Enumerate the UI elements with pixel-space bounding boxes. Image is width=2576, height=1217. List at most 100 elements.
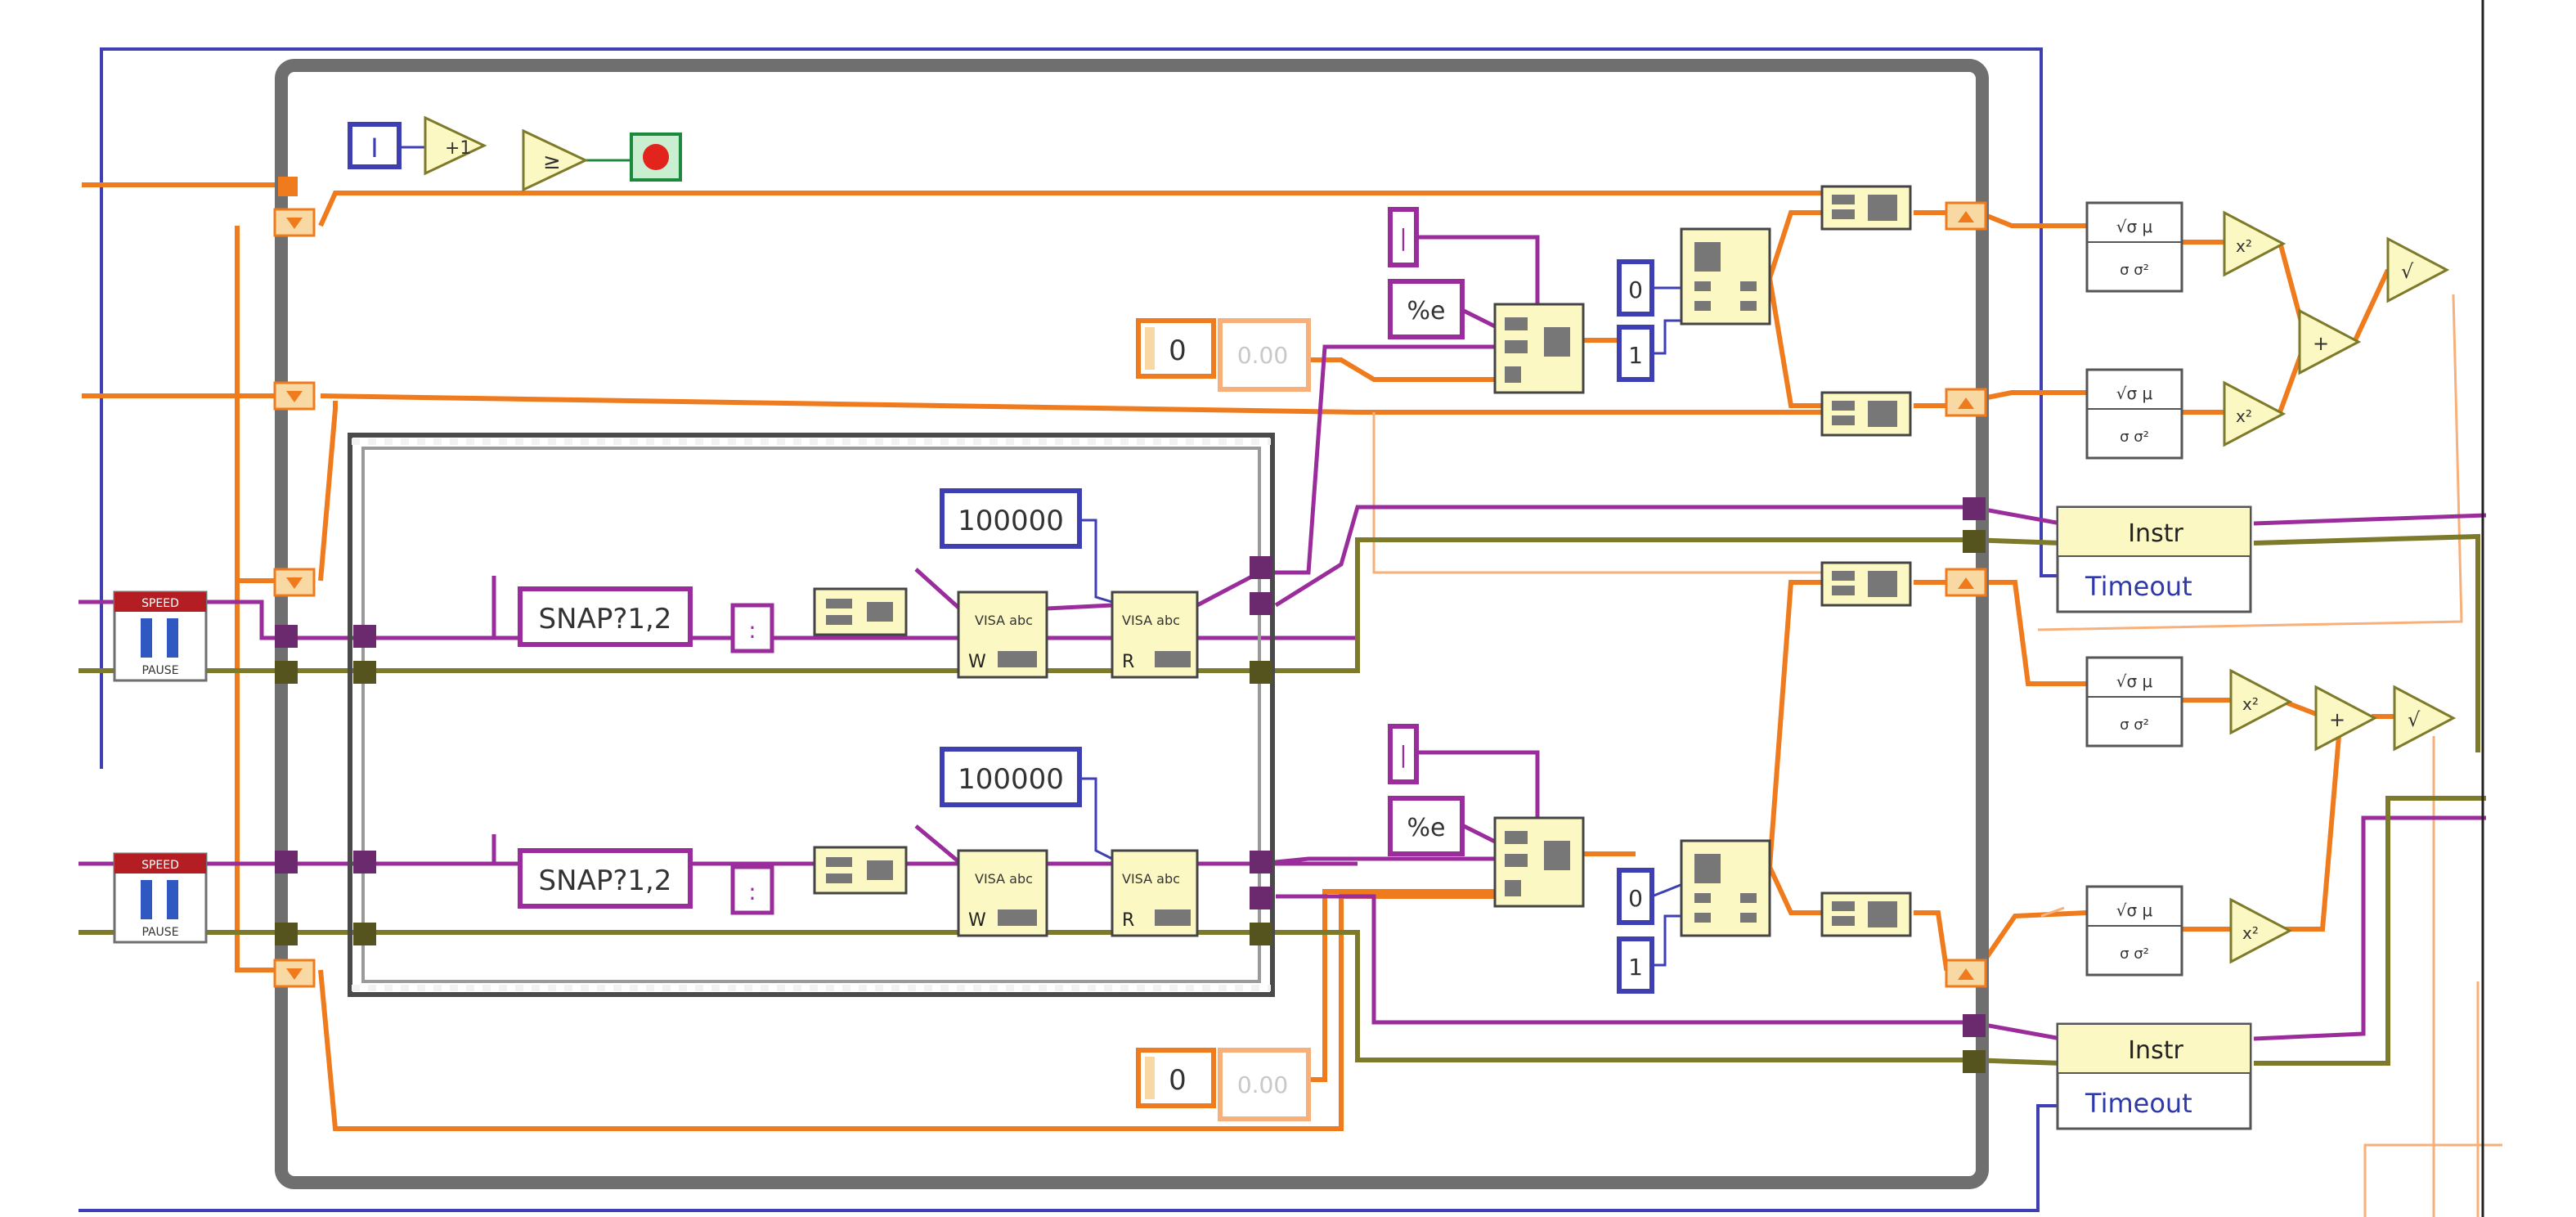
separator-value: | [1399,224,1407,251]
pause-icon [167,618,178,658]
build-array-nodes[interactable] [1820,185,1912,937]
sqrt-label: √ [2408,708,2421,731]
index-array-node-bottom[interactable] [1680,839,1771,937]
add-node-bottom[interactable]: + [2314,685,2378,752]
light-numeric-wires [1372,294,2502,1217]
numeric-constant-value: 0 [1169,335,1187,367]
separator-constant-top[interactable]: | [1388,207,1419,267]
square-node-1[interactable]: x² [2223,210,2287,277]
pause-label: PAUSE [141,664,178,677]
stddev-top-label: √σ μ [2116,671,2153,691]
add-node-top[interactable]: + [2298,308,2362,375]
stddev-node-3[interactable]: √σ μ σ σ² [2085,656,2183,748]
stddev-bottom-label: σ σ² [2120,716,2149,734]
timeout-value: 100000 [958,505,1064,537]
block-diagram: I +1 ≥ SPEED PAUSE SPEED PAUSE 100000 SN… [79,0,2502,1217]
format-constant-bottom[interactable]: %e [1388,796,1465,856]
index-zero-value: 0 [1628,885,1643,912]
float-constant-value: 0.00 [1237,1071,1288,1098]
visa-write-node-bottom[interactable]: VISA abc W [957,849,1048,937]
greater-or-equal-node[interactable]: ≥ [522,128,589,192]
visa-write-label: VISA abc [975,613,1033,628]
pause-label: PAUSE [141,926,178,939]
timeout-constant-bottom[interactable]: 100000 [940,747,1082,807]
format-value: %e [1407,297,1446,326]
command-string-constant-bottom[interactable]: SNAP?1,2 [518,848,693,909]
visa-property-node-bottom[interactable]: Instr Timeout [2056,1022,2252,1130]
numeric-constant-bottom[interactable]: 0 [1136,1048,1216,1108]
separator-value: | [1399,741,1407,768]
index-constant-one-top[interactable]: 1 [1617,325,1654,382]
square-node-3[interactable]: x² [2229,668,2293,735]
add-label: + [2329,708,2345,731]
index-constant-one-bottom[interactable]: 1 [1617,936,1654,994]
float-constant-value: 0.00 [1237,342,1288,369]
add-label: + [2313,332,2329,355]
command-string-value: SNAP?1,2 [539,864,672,897]
timeout-constant-top[interactable]: 100000 [940,488,1082,549]
index-zero-value: 0 [1628,276,1643,303]
delimiter-constant-top[interactable]: : [730,603,774,653]
pause-icon [141,880,152,919]
square-label: x² [2236,406,2252,426]
sqrt-node-top[interactable]: √ [2386,236,2450,303]
loop-tunnel [278,177,298,196]
command-string-constant-top[interactable]: SNAP?1,2 [518,586,693,647]
instr-label: Instr [2128,1036,2183,1065]
concatenate-strings-top[interactable] [813,587,908,636]
visa-property-node-top[interactable]: Instr Timeout [2056,505,2252,613]
concatenate-strings-bottom[interactable] [813,846,908,895]
sqrt-node-bottom[interactable]: √ [2393,685,2457,752]
square-node-2[interactable]: x² [2223,380,2287,447]
stop-condition-terminal[interactable] [630,132,682,182]
sqrt-label: √ [2401,260,2414,283]
stop-sign-icon [643,144,669,170]
pause-indicator-top[interactable]: SPEED PAUSE [113,591,208,682]
index-one-value: 1 [1628,954,1643,981]
float-constant-top[interactable]: 0.00 [1218,318,1311,392]
stddev-bottom-label: σ σ² [2120,945,2149,963]
instr-label: Instr [2128,519,2183,548]
visa-read-label: VISA abc [1122,871,1180,887]
index-array-node-top[interactable] [1680,227,1771,326]
greater-or-equal-label: ≥ [543,150,561,174]
visa-read-label: VISA abc [1122,613,1180,628]
stddev-bottom-label: σ σ² [2120,262,2149,279]
stddev-node-4[interactable]: √σ μ σ σ² [2085,885,2183,977]
index-constant-zero-bottom[interactable]: 0 [1617,868,1654,925]
index-one-value: 1 [1628,342,1643,369]
visa-read-code: R [1122,652,1134,672]
command-string-value: SNAP?1,2 [539,603,672,635]
scan-string-node-top[interactable] [1493,303,1585,394]
visa-read-node-top[interactable]: VISA abc R [1111,591,1199,679]
pause-header-label: SPEED [141,597,179,610]
delimiter-constant-bottom[interactable]: : [730,864,774,915]
iteration-constant[interactable]: I [348,122,402,169]
stddev-node-2[interactable]: √σ μ σ σ² [2085,368,2183,460]
increment-label: +1 [445,138,471,159]
increment-node[interactable]: +1 [424,115,487,176]
float-constant-bottom[interactable]: 0.00 [1218,1048,1311,1121]
numeric-constant-top[interactable]: 0 [1136,318,1216,379]
timeout-property-label: Timeout [2085,571,2192,602]
iteration-constant-label: I [370,132,378,164]
visa-read-code: R [1122,910,1134,931]
stddev-bottom-label: σ σ² [2120,429,2149,446]
stddev-node-1[interactable]: √σ μ σ σ² [2085,201,2183,293]
delimiter-value: : [748,617,756,644]
square-label: x² [2242,923,2259,943]
delimiter-value: : [748,878,756,905]
visa-read-node-bottom[interactable]: VISA abc R [1111,849,1199,937]
index-constant-zero-top[interactable]: 0 [1617,259,1654,317]
square-node-4[interactable]: x² [2229,897,2293,964]
stddev-top-label: √σ μ [2116,900,2153,920]
string-tunnels [275,497,1986,1037]
pause-indicator-bottom[interactable]: SPEED PAUSE [113,852,208,944]
stddev-top-label: √σ μ [2116,217,2153,236]
scan-string-node-bottom[interactable] [1493,816,1585,908]
format-constant-top[interactable]: %e [1388,279,1465,339]
visa-write-node-top[interactable]: VISA abc W [957,591,1048,679]
build-array-glyphs [1832,195,1897,927]
pause-icon [141,618,152,658]
separator-constant-bottom[interactable]: | [1388,724,1419,784]
